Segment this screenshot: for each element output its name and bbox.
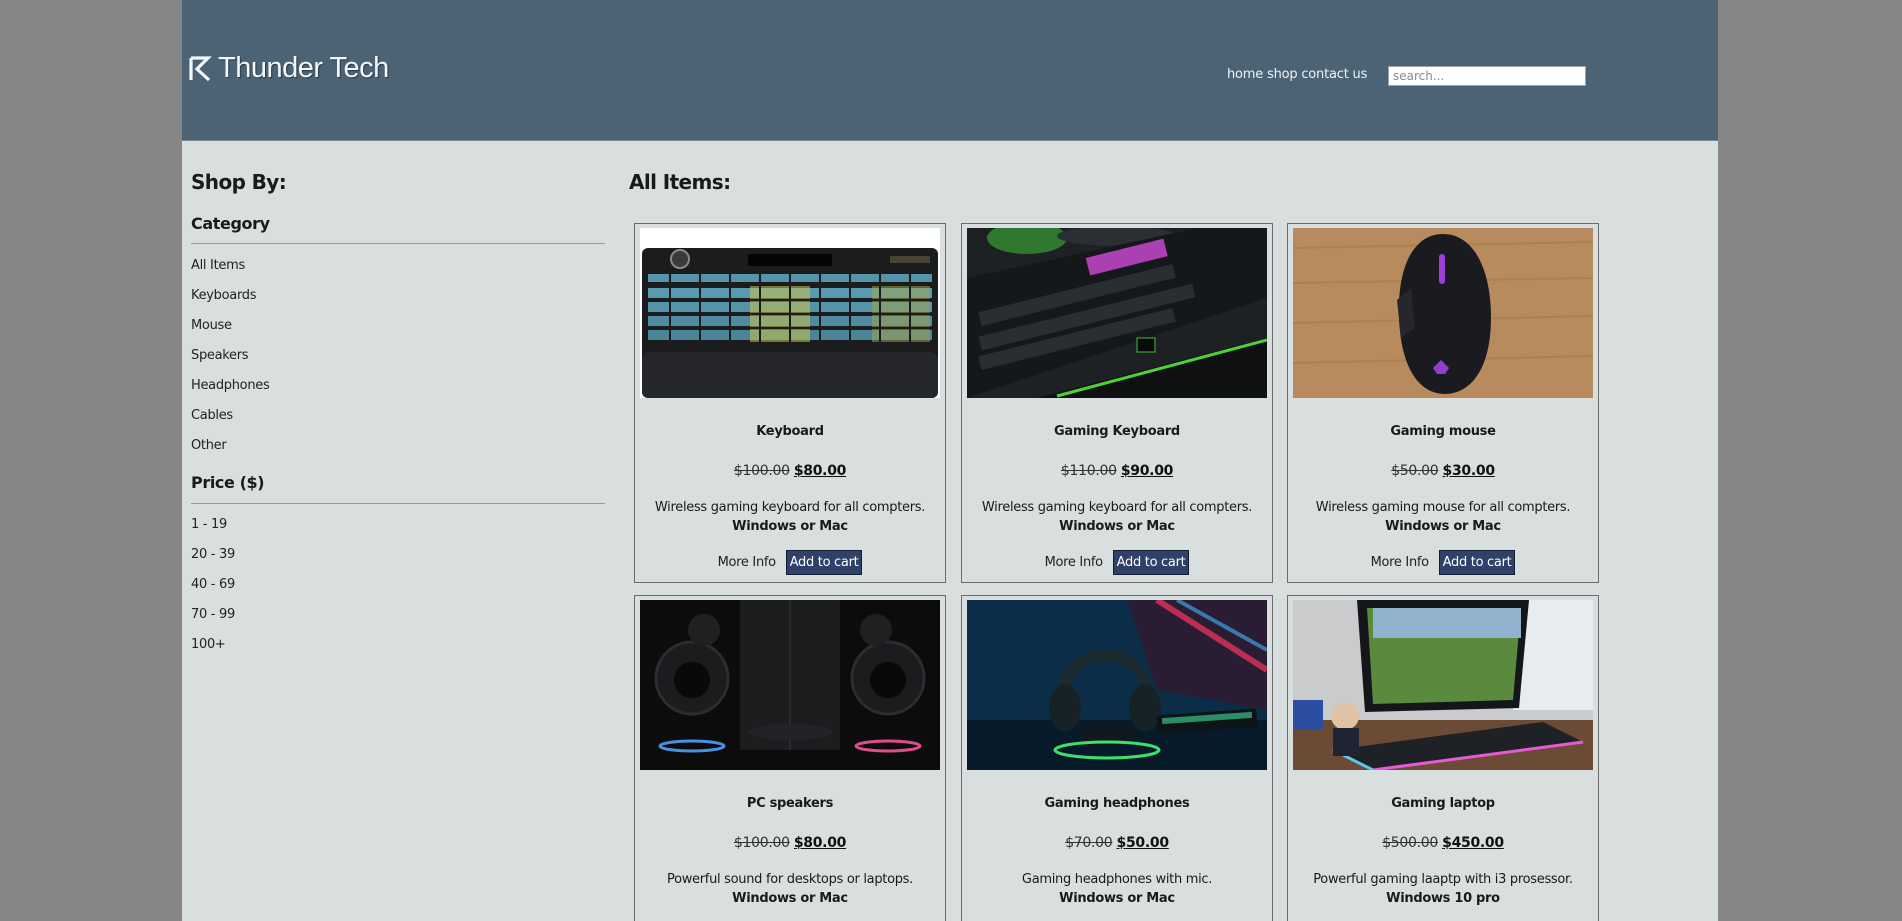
product-card: PC speakers $100.00 $80.00 Powerful soun… <box>634 595 946 921</box>
more-info-link[interactable]: More Info <box>1045 555 1104 570</box>
add-to-cart-button[interactable]: Add to cart <box>1112 550 1190 575</box>
product-description: Gaming headphones with mic. Windows or M… <box>962 870 1272 908</box>
gaming-mouse-photo[interactable] <box>1293 228 1593 398</box>
product-name: Gaming Keyboard <box>1054 424 1180 439</box>
description-text: Powerful sound for desktops or laptops. <box>667 872 913 887</box>
more-info-link[interactable]: More Info <box>718 555 777 570</box>
sidebar-item-headphones[interactable]: Headphones <box>191 378 605 408</box>
product-price: $50.00 $30.00 <box>1288 463 1598 479</box>
old-price: $110.00 <box>1060 463 1117 479</box>
old-price: $50.00 <box>1391 463 1439 479</box>
site-header: Thunder Tech home shop contact us <box>182 0 1718 141</box>
nav-home[interactable]: home <box>1227 67 1263 82</box>
category-divider <box>191 243 605 244</box>
price-range-70-99[interactable]: 70 - 99 <box>191 607 605 637</box>
product-card: Gaming laptop $500.00 $450.00 Powerful g… <box>1287 595 1599 921</box>
sidebar-item-all-items[interactable]: All Items <box>191 258 605 288</box>
gaming-laptop-photo[interactable] <box>1293 600 1593 770</box>
sidebar-item-keyboards[interactable]: Keyboards <box>191 288 605 318</box>
product-card: Keyboard $100.00 $80.00 Wireless gaming … <box>634 223 946 583</box>
price-range-40-69[interactable]: 40 - 69 <box>191 577 605 607</box>
sidebar-item-cables[interactable]: Cables <box>191 408 605 438</box>
product-description: Wireless gaming mouse for all compters. … <box>1288 498 1598 536</box>
product-name: PC speakers <box>746 796 834 811</box>
description-text: Gaming headphones with mic. <box>1021 872 1213 887</box>
add-to-cart-button[interactable]: Add to cart <box>785 550 863 575</box>
logo-icon <box>189 55 212 81</box>
shop-by-heading: Shop By: <box>191 170 287 194</box>
category-heading: Category <box>191 214 270 233</box>
product-card: Gaming mouse $50.00 $30.00 Wireless gami… <box>1287 223 1599 583</box>
search-input[interactable] <box>1388 66 1586 86</box>
product-actions: More Info Add to cart <box>1288 550 1598 575</box>
product-actions: More Info Add to cart <box>635 550 945 575</box>
description-text: Wireless gaming keyboard for all compter… <box>981 500 1253 515</box>
sidebar-item-other[interactable]: Other <box>191 438 605 468</box>
compatibility-text: Windows 10 pro <box>1386 891 1500 906</box>
sale-price: $30.00 <box>1442 463 1496 479</box>
page-title: All Items: <box>629 170 731 194</box>
sale-price: $90.00 <box>1120 463 1174 479</box>
gaming-headphones-photo[interactable] <box>967 600 1267 770</box>
product-price: $100.00 $80.00 <box>635 835 945 851</box>
product-description: Powerful sound for desktops or laptops. … <box>635 870 945 908</box>
price-range-100-plus[interactable]: 100+ <box>191 637 605 667</box>
nav-contact-us[interactable]: contact us <box>1301 67 1367 82</box>
compatibility-text: Windows or Mac <box>1059 519 1175 534</box>
product-name: Keyboard <box>756 424 824 439</box>
keyboard-photo[interactable] <box>640 228 940 398</box>
logo[interactable]: Thunder Tech <box>188 52 389 85</box>
product-name: Gaming mouse <box>1390 424 1496 439</box>
compatibility-text: Windows or Mac <box>1059 891 1175 906</box>
product-card: Gaming Keyboard $110.00 $90.00 Wireless … <box>961 223 1273 583</box>
description-text: Wireless gaming keyboard for all compter… <box>654 500 926 515</box>
product-price: $100.00 $80.00 <box>635 463 945 479</box>
sidebar: Shop By: Category All Items Keyboards Mo… <box>191 170 605 667</box>
price-range-1-19[interactable]: 1 - 19 <box>191 517 605 547</box>
product-price: $500.00 $450.00 <box>1288 835 1598 851</box>
nav-shop[interactable]: shop <box>1267 67 1298 82</box>
old-price: $70.00 <box>1065 835 1113 851</box>
sale-price: $80.00 <box>793 835 847 851</box>
site-title: Thunder Tech <box>218 52 389 84</box>
page: Thunder Tech home shop contact us Shop B… <box>182 0 1718 921</box>
sale-price: $80.00 <box>793 463 847 479</box>
compatibility-text: Windows or Mac <box>732 519 848 534</box>
add-to-cart-button[interactable]: Add to cart <box>1438 550 1516 575</box>
price-divider <box>191 503 605 504</box>
gaming-keyboard-photo[interactable] <box>967 228 1267 398</box>
compatibility-text: Windows or Mac <box>1385 519 1501 534</box>
sale-price: $50.00 <box>1116 835 1170 851</box>
price-heading: Price ($) <box>191 473 265 492</box>
description-text: Powerful gaming laaptp with i3 prosessor… <box>1313 872 1573 887</box>
product-description: Wireless gaming keyboard for all compter… <box>962 498 1272 536</box>
old-price: $100.00 <box>733 463 790 479</box>
product-price: $70.00 $50.00 <box>962 835 1272 851</box>
old-price: $500.00 <box>1382 835 1438 851</box>
price-range-20-39[interactable]: 20 - 39 <box>191 547 605 577</box>
product-name: Gaming headphones <box>1044 796 1190 811</box>
sale-price: $450.00 <box>1442 835 1504 851</box>
product-description: Powerful gaming laaptp with i3 prosessor… <box>1288 870 1598 908</box>
product-name: Gaming laptop <box>1391 796 1495 811</box>
more-info-link[interactable]: More Info <box>1371 555 1430 570</box>
product-description: Wireless gaming keyboard for all compter… <box>635 498 945 536</box>
main-nav: home shop contact us <box>1227 67 1367 82</box>
main-content: All Items: <box>629 170 731 194</box>
old-price: $100.00 <box>733 835 790 851</box>
product-price: $110.00 $90.00 <box>962 463 1272 479</box>
product-actions: More Info Add to cart <box>962 550 1272 575</box>
product-card: Gaming headphones $70.00 $50.00 Gaming h… <box>961 595 1273 921</box>
pc-speakers-photo[interactable] <box>640 600 940 770</box>
compatibility-text: Windows or Mac <box>732 891 848 906</box>
sidebar-item-speakers[interactable]: Speakers <box>191 348 605 378</box>
sidebar-item-mouse[interactable]: Mouse <box>191 318 605 348</box>
description-text: Wireless gaming mouse for all compters. <box>1315 500 1571 515</box>
